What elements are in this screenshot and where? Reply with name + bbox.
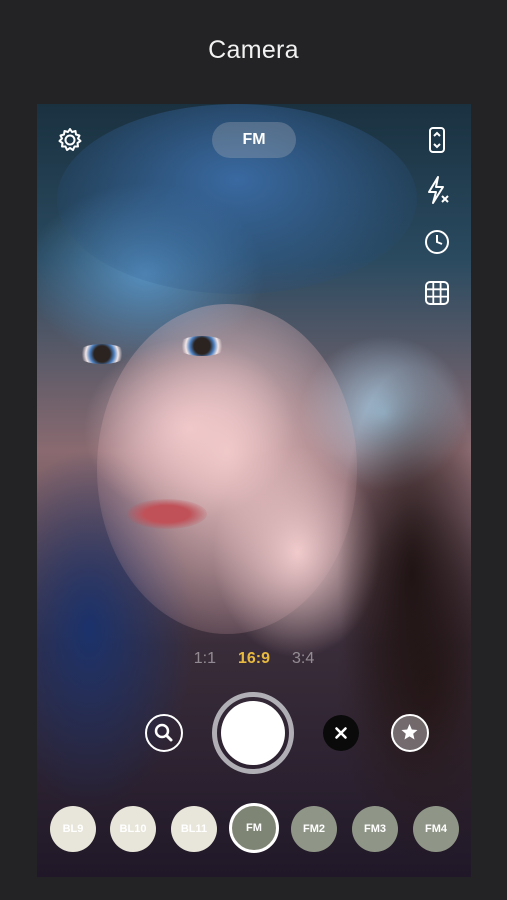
face-area	[97, 304, 357, 634]
timer-button[interactable]	[421, 226, 453, 258]
camera-flip-icon	[429, 127, 445, 153]
shutter-controls	[37, 692, 471, 774]
timer-icon	[425, 230, 449, 254]
filter-chip-bl11[interactable]: BL11	[171, 806, 217, 852]
star-icon	[401, 724, 418, 740]
filter-chip-fm[interactable]: FM	[229, 803, 279, 853]
filter-strip: BL9 BL10 BL11 FM FM2 FM3 FM4	[50, 803, 470, 858]
grid-button[interactable]	[421, 277, 453, 309]
filter-chip-fm2[interactable]: FM2	[291, 806, 337, 852]
shutter-button[interactable]	[212, 692, 294, 774]
shutter-inner	[221, 701, 285, 765]
settings-button[interactable]	[54, 124, 86, 156]
magnifier-icon	[154, 723, 173, 742]
camera-viewfinder[interactable]: FM 1:1 16:9 3:4 BL9 BL10 BL11 FM FM2 FM3…	[37, 104, 471, 877]
aspect-option-1-1[interactable]: 1:1	[194, 650, 216, 668]
filter-chip-bl10[interactable]: BL10	[110, 806, 156, 852]
lips	[127, 499, 207, 529]
aspect-option-3-4[interactable]: 3:4	[292, 650, 314, 668]
flash-off-icon	[428, 176, 449, 204]
mode-pill[interactable]: FM	[212, 122, 296, 158]
flash-button[interactable]	[421, 174, 453, 206]
filter-chip-fm3[interactable]: FM3	[352, 806, 398, 852]
page-title: Camera	[208, 36, 299, 64]
favorite-button[interactable]	[391, 714, 429, 752]
camera-flip-button[interactable]	[421, 124, 453, 156]
zoom-button[interactable]	[145, 714, 183, 752]
filter-chip-fm4[interactable]: FM4	[413, 806, 459, 852]
aspect-option-16-9[interactable]: 16:9	[238, 650, 270, 668]
close-button[interactable]	[323, 715, 359, 751]
close-icon	[335, 727, 347, 739]
gear-icon	[58, 128, 82, 151]
left-eye	[77, 344, 127, 364]
grid-icon	[425, 281, 449, 305]
filter-chip-bl9[interactable]: BL9	[50, 806, 96, 852]
right-eye	[177, 336, 227, 356]
aspect-ratio-selector: 1:1 16:9 3:4	[37, 650, 471, 668]
